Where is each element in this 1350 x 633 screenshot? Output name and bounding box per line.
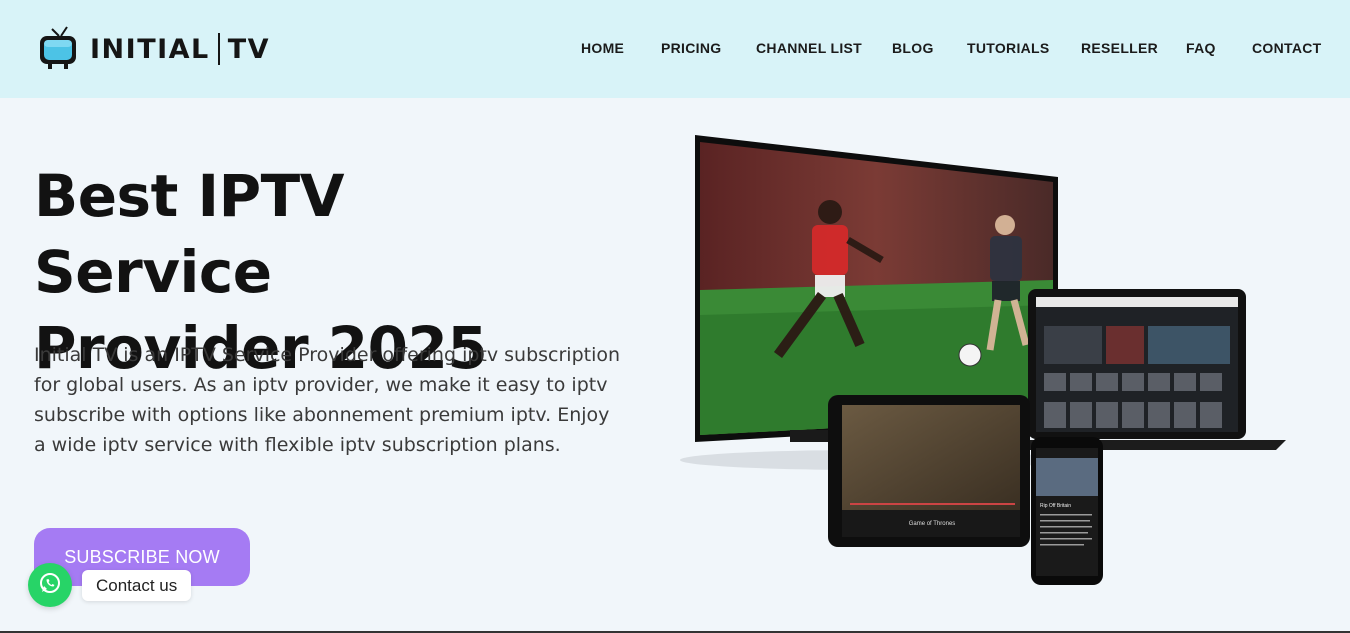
hero-title-line1: Best IPTV Service xyxy=(34,162,345,306)
nav-home[interactable]: HOME xyxy=(581,40,624,56)
hero-description: Initial TV is an IPTV Service Provider o… xyxy=(34,344,621,456)
brand-name-left: INITIAL xyxy=(90,33,210,65)
site-header: INITIAL TV HOME PRICING CHANNEL LIST BLO… xyxy=(0,0,1350,98)
contact-us-label[interactable]: Contact us xyxy=(82,570,192,601)
nav-tutorials[interactable]: TUTORIALS xyxy=(967,40,1050,56)
nav-channel-list[interactable]: CHANNEL LIST xyxy=(756,40,862,56)
tablet-screen xyxy=(842,405,1020,510)
phone-title: Rip Off Britain xyxy=(1040,503,1071,509)
nav-faq[interactable]: FAQ xyxy=(1186,40,1216,56)
football-ball xyxy=(958,343,982,367)
nav-reseller[interactable]: RESELLER xyxy=(1081,40,1158,56)
brand-name-right: TV xyxy=(227,33,271,65)
tablet-title: Game of Thrones xyxy=(909,521,956,527)
brand-logo[interactable]: INITIAL TV xyxy=(38,24,270,74)
brand-divider xyxy=(217,33,220,65)
whatsapp-icon xyxy=(38,571,62,599)
nav-pricing[interactable]: PRICING xyxy=(661,40,721,56)
nav-blog[interactable]: BLOG xyxy=(892,40,934,56)
whatsapp-button[interactable] xyxy=(28,563,72,607)
brand-name: INITIAL TV xyxy=(90,33,270,65)
tv-logo-icon xyxy=(38,26,80,72)
nav-contact[interactable]: CONTACT xyxy=(1252,40,1322,56)
devices-illustration: Game of Thrones Rip Off Britain xyxy=(660,130,1300,590)
